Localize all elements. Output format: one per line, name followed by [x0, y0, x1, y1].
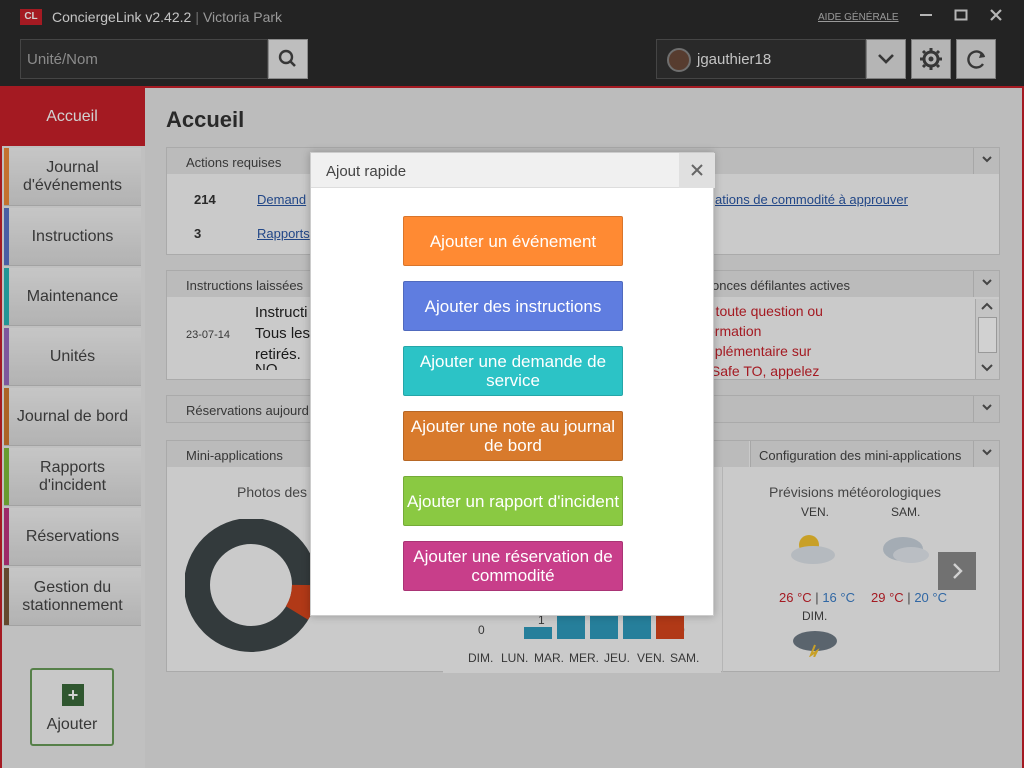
add-logbook-note-button[interactable]: Ajouter une note au journal de bord: [403, 411, 623, 461]
add-service-request-button[interactable]: Ajouter une demande de service: [403, 346, 623, 396]
quick-add-dialog: Ajout rapide Ajouter un événement Ajoute…: [310, 152, 715, 616]
dialog-close-button[interactable]: [679, 153, 715, 188]
add-event-button[interactable]: Ajouter un événement: [403, 216, 623, 266]
add-incident-report-button[interactable]: Ajouter un rapport d'incident: [403, 476, 623, 526]
add-instructions-button[interactable]: Ajouter des instructions: [403, 281, 623, 331]
close-icon: [691, 164, 703, 176]
dialog-title: Ajout rapide: [311, 153, 715, 188]
app-window: CL ConciergeLink v2.42.2 | Victoria Park A…: [0, 0, 1024, 768]
add-reservation-button[interactable]: Ajouter une réservation de commodité: [403, 541, 623, 591]
